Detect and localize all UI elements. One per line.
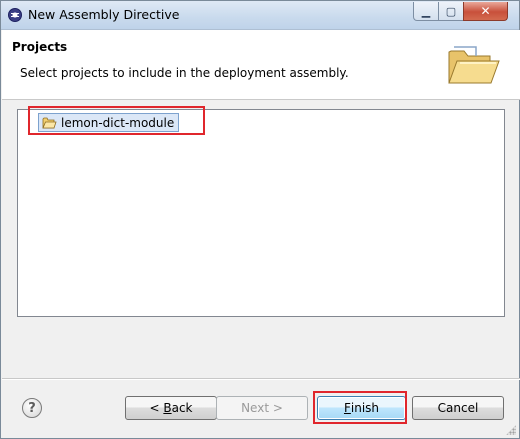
- project-folder-icon: [42, 117, 57, 129]
- maximize-icon: ▢: [445, 4, 457, 18]
- minimize-button[interactable]: ▁: [413, 2, 439, 21]
- dialog-window: New Assembly Directive ▁ ▢ ✕ Projects Se…: [0, 0, 520, 439]
- back-button-mnemonic: B: [163, 401, 172, 415]
- help-icon: ?: [28, 400, 36, 416]
- list-item-label: lemon-dict-module: [61, 116, 175, 130]
- back-button-prefix: <: [149, 401, 164, 415]
- help-button[interactable]: ?: [22, 398, 42, 418]
- cancel-button-label: Cancel: [437, 401, 479, 415]
- resize-grip[interactable]: [506, 425, 516, 435]
- maximize-button[interactable]: ▢: [438, 2, 464, 21]
- projects-list[interactable]: lemon-dict-module: [17, 109, 505, 317]
- close-button[interactable]: ✕: [463, 2, 508, 21]
- list-item[interactable]: lemon-dict-module: [38, 113, 180, 132]
- wizard-header: Projects Select projects to include in t…: [2, 30, 520, 100]
- back-button-rest: ack: [171, 401, 193, 415]
- next-button[interactable]: Next >: [216, 396, 308, 420]
- cancel-button[interactable]: Cancel: [412, 396, 504, 420]
- close-icon: ✕: [480, 4, 491, 18]
- back-button[interactable]: < Back: [125, 396, 217, 420]
- next-button-label: Next >: [241, 401, 283, 415]
- finish-button-rest: inish: [350, 401, 380, 415]
- page-description: Select projects to include in the deploy…: [20, 66, 349, 80]
- eclipse-app-icon: [8, 8, 22, 22]
- finish-button[interactable]: Finish: [317, 396, 406, 420]
- finish-button-mnemonic: F: [343, 401, 351, 415]
- title-bar[interactable]: New Assembly Directive ▁ ▢ ✕: [1, 1, 519, 30]
- page-title: Projects: [12, 40, 68, 54]
- footer-separator: [2, 378, 520, 380]
- window-title: New Assembly Directive: [28, 7, 180, 22]
- open-folder-banner-icon: [448, 46, 500, 84]
- minimize-icon: ▁: [421, 4, 431, 18]
